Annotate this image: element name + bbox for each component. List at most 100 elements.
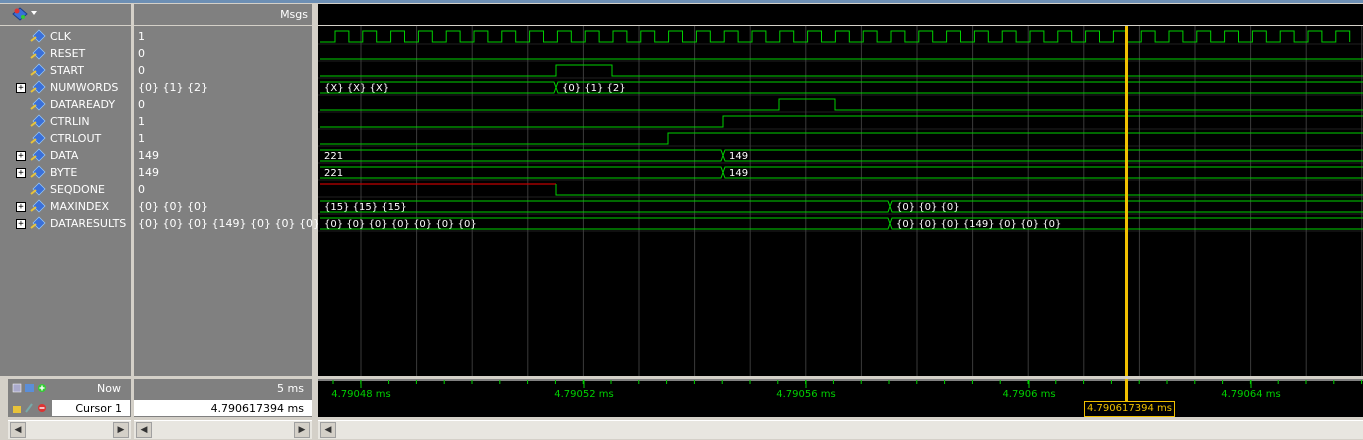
signal-value: 1 — [138, 115, 145, 128]
signal-value: 149 — [138, 166, 159, 179]
maxindex-bus-high — [320, 200, 1363, 213]
data-value-before: 221 — [324, 151, 343, 162]
signal-icon — [30, 29, 46, 43]
signal-row-clk[interactable]: CLK — [8, 28, 131, 45]
signal-value: 0 — [138, 64, 145, 77]
now-toolbar-icons[interactable] — [12, 382, 48, 394]
ctrlout-waveform — [320, 132, 1363, 145]
expand-icon[interactable]: + — [16, 83, 26, 93]
signal-name: DATAREADY — [50, 98, 116, 111]
numwords-value-before: {X} {X} {X} — [324, 83, 389, 94]
footer-values: 5 ms 4.790617394 ms — [134, 379, 312, 417]
signal-value: 0 — [138, 98, 145, 111]
expand-icon[interactable]: + — [16, 219, 26, 229]
scroll-left-icon[interactable]: ◀ — [320, 422, 336, 438]
scroll-left-icon[interactable]: ◀ — [10, 422, 26, 438]
dataready-waveform — [320, 98, 1363, 111]
signal-value: 0 — [138, 183, 145, 196]
timeline-canvas[interactable]: 4.79048 ms 4.79052 ms 4.79056 ms 4.7906 ms 4… — [318, 379, 1363, 417]
signal-icon — [30, 114, 46, 128]
signal-icon — [30, 199, 46, 213]
scroll-left-icon[interactable]: ◀ — [136, 422, 152, 438]
signal-row-reset[interactable]: RESET — [8, 45, 131, 62]
signal-name: START — [50, 64, 84, 77]
wave-scrollbar[interactable]: ◀ — [318, 420, 1363, 439]
expand-icon[interactable]: + — [16, 151, 26, 161]
signal-name: SEQDONE — [50, 183, 105, 196]
cursor-name-field[interactable]: Cursor 1 — [52, 400, 130, 416]
signal-value: 1 — [138, 30, 145, 43]
signal-name: MAXINDEX — [50, 200, 109, 213]
signal-row-start[interactable]: START — [8, 62, 131, 79]
cursor-name: Cursor 1 — [75, 402, 122, 415]
left-gutter — [0, 26, 8, 376]
signal-icon — [30, 148, 46, 162]
signal-row-seqdone[interactable]: SEQDONE — [8, 181, 131, 198]
now-label: Now — [97, 382, 121, 395]
numwords-bus-low — [320, 81, 1363, 94]
start-waveform — [320, 64, 1363, 77]
signal-row-dataready[interactable]: DATAREADY — [8, 96, 131, 113]
cursor-flag-label: 4.790617394 ms — [1087, 403, 1172, 414]
signal-value: 0 — [138, 47, 145, 60]
maxindex-bus-low — [320, 200, 1363, 213]
signal-icon — [30, 165, 46, 179]
ctrlin-waveform — [320, 115, 1363, 128]
signal-name: CTRLIN — [50, 115, 90, 128]
signal-icon — [30, 131, 46, 145]
byte-bus-high — [320, 166, 1363, 179]
signal-names-pane[interactable]: CLK RESET START + NUMWORDS DATAREADY CTRLIN CTR… — [8, 26, 131, 376]
signal-row-numwords[interactable]: + NUMWORDS — [8, 79, 131, 96]
add-signal-icon[interactable] — [12, 7, 28, 21]
signal-row-byte[interactable]: + BYTE — [8, 164, 131, 181]
expand-icon[interactable]: + — [16, 168, 26, 178]
cursor-line — [1125, 26, 1128, 376]
maxindex-value-after: {0} {0} {0} — [896, 202, 960, 213]
signal-icon — [30, 182, 46, 196]
title-strip — [0, 0, 1363, 3]
tick-label: 4.79056 ms — [776, 389, 835, 400]
data-bus-low — [320, 149, 1363, 162]
names-scrollbar[interactable]: ◀ ▶ — [8, 420, 131, 439]
dataresults-value-before: {0} {0} {0} {0} {0} {0} {0} — [324, 219, 477, 230]
msgs-header-label: Msgs — [280, 8, 308, 21]
tick-label: 4.79048 ms — [331, 389, 390, 400]
signal-icon — [30, 97, 46, 111]
signal-icon — [30, 216, 46, 230]
signal-values-pane[interactable]: 1 0 0 {0} {1} {2} 0 1 1 149 149 0 {0} {0} {0} {0} {… — [134, 26, 320, 376]
waveform-pane[interactable]: {X} {X} {X} {0} {1} {2} 221 149 221 149 {15} {… — [318, 26, 1363, 376]
byte-value-before: 221 — [324, 168, 343, 179]
signal-value: {0} {1} {2} — [138, 81, 208, 94]
data-value-after: 149 — [729, 151, 748, 162]
signal-icon — [30, 63, 46, 77]
signal-row-ctrlout[interactable]: CTRLOUT — [8, 130, 131, 147]
cursor-value-field[interactable]: 4.790617394 ms — [134, 400, 312, 416]
signal-name: CLK — [50, 30, 72, 43]
tick-label: 4.79064 ms — [1221, 389, 1280, 400]
signal-name: BYTE — [50, 166, 78, 179]
cursor-flag[interactable]: 4.790617394 ms — [1084, 401, 1175, 417]
wave-header — [318, 4, 1363, 25]
signal-name: CTRLOUT — [50, 132, 102, 145]
values-scrollbar[interactable]: ◀ ▶ — [134, 420, 312, 439]
signal-value: {0} {0} {0} — [138, 200, 208, 213]
now-value: 5 ms — [277, 382, 304, 395]
chevron-down-icon[interactable] — [31, 11, 37, 15]
cursor-toolbar-icons[interactable] — [12, 402, 48, 414]
numwords-bus-high — [320, 81, 1363, 94]
numwords-value-after: {0} {1} {2} — [562, 83, 626, 94]
toolbar-header — [0, 4, 131, 25]
tick-label: 4.79052 ms — [554, 389, 613, 400]
signal-row-data[interactable]: + DATA — [8, 147, 131, 164]
scroll-right-icon[interactable]: ▶ — [294, 422, 310, 438]
waveform-canvas[interactable]: {X} {X} {X} {0} {1} {2} 221 149 221 149 {15} {… — [318, 26, 1363, 376]
cursor-line-ruler — [1125, 379, 1128, 401]
dataresults-value-after: {0} {0} {0} {149} {0} {0} {0} — [896, 219, 1061, 230]
cursor-value: 4.790617394 ms — [210, 402, 304, 415]
signal-row-ctrlin[interactable]: CTRLIN — [8, 113, 131, 130]
timeline-ruler[interactable]: 4.79048 ms 4.79052 ms 4.79056 ms 4.7906 ms 4… — [318, 379, 1363, 417]
signal-row-dataresults[interactable]: + DATARESULTS — [8, 215, 131, 232]
scroll-right-icon[interactable]: ▶ — [113, 422, 129, 438]
expand-icon[interactable]: + — [16, 202, 26, 212]
signal-row-maxindex[interactable]: + MAXINDEX — [8, 198, 131, 215]
